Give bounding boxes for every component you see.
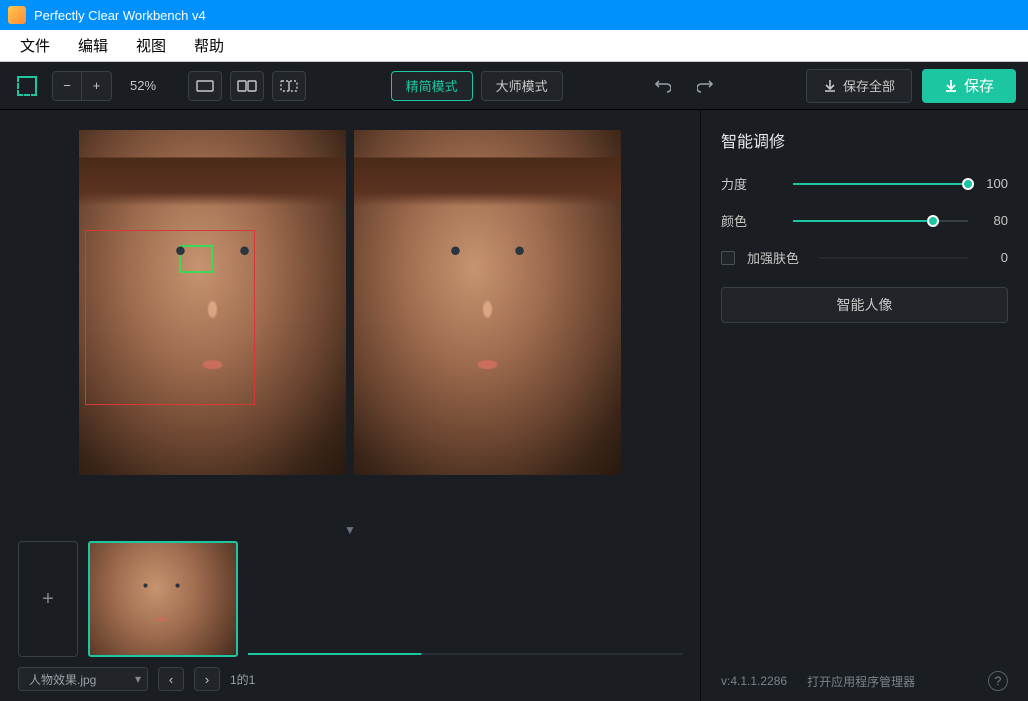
sidebar-panel: 智能调修 力度 100 颜色 80 加强肤色 0 智能人像 v:4.1.1. [700, 110, 1028, 701]
save-group: 保存全部 保存 [806, 69, 1016, 103]
version-label: v:4.1.1.2286 [721, 674, 787, 688]
filmstrip-scrollbar[interactable] [248, 653, 682, 655]
eye-detection-rect [179, 245, 213, 273]
filename-select[interactable]: 人物效果.jpg [18, 667, 148, 691]
next-image-button[interactable]: › [194, 667, 220, 691]
strength-value: 100 [980, 176, 1008, 191]
menu-file[interactable]: 文件 [6, 31, 64, 60]
color-label: 颜色 [721, 211, 781, 230]
split-view-button[interactable] [230, 71, 264, 101]
preview-after[interactable] [354, 130, 621, 475]
save-all-label: 保存全部 [843, 76, 895, 95]
save-label: 保存 [964, 75, 994, 96]
page-indicator: 1的1 [230, 671, 255, 688]
zoom-group: − + [52, 71, 112, 101]
crop-button[interactable] [12, 71, 42, 101]
download-icon [823, 79, 837, 93]
menu-view[interactable]: 视图 [122, 31, 180, 60]
simple-mode-button[interactable]: 精简模式 [391, 71, 473, 101]
redo-button[interactable] [691, 71, 721, 101]
panel-title: 智能调修 [721, 128, 1008, 152]
zoom-out-button[interactable]: − [52, 71, 82, 101]
history-group [647, 71, 721, 101]
view-mode-group [188, 71, 306, 101]
single-view-button[interactable] [188, 71, 222, 101]
open-app-manager-link[interactable]: 打开应用程序管理器 [807, 673, 915, 690]
filename-label: 人物效果.jpg [29, 671, 96, 688]
save-button[interactable]: 保存 [922, 69, 1016, 103]
skin-slider[interactable] [819, 251, 968, 265]
collapse-filmstrip-toggle[interactable]: ▼ [18, 523, 682, 537]
add-image-button[interactable]: + [18, 541, 78, 657]
preview-pair [18, 130, 682, 515]
download-icon [944, 79, 958, 93]
help-button[interactable]: ? [988, 671, 1008, 691]
color-slider[interactable] [793, 214, 968, 228]
redo-icon [697, 78, 715, 94]
skin-value: 0 [980, 250, 1008, 265]
prev-image-button[interactable]: ‹ [158, 667, 184, 691]
split-view-icon [237, 80, 257, 92]
strength-row: 力度 100 [721, 174, 1008, 193]
zoom-value: 52% [122, 78, 164, 93]
thumbnail-selected[interactable] [88, 541, 238, 657]
sidebar-footer: v:4.1.1.2286 打开应用程序管理器 ? [721, 671, 1008, 691]
skin-row: 加强肤色 0 [721, 248, 1008, 267]
face-detection-rect [85, 230, 255, 405]
skin-label: 加强肤色 [747, 248, 807, 267]
overlay-view-button[interactable] [272, 71, 306, 101]
toolbar: − + 52% 精简模式 大师模式 保存全部 保存 [0, 62, 1028, 110]
app-logo-icon [8, 6, 26, 24]
canvas-footer: 人物效果.jpg ‹ › 1的1 [18, 667, 682, 691]
help-icon: ? [995, 674, 1002, 688]
skin-checkbox[interactable] [721, 251, 735, 265]
zoom-in-button[interactable]: + [82, 71, 112, 101]
menu-edit[interactable]: 编辑 [64, 31, 122, 60]
smart-portrait-button[interactable]: 智能人像 [721, 287, 1008, 323]
strength-slider[interactable] [793, 177, 968, 191]
filmstrip: + [18, 541, 682, 657]
canvas-area: ▼ + 人物效果.jpg ‹ › 1的1 [0, 110, 700, 701]
color-value: 80 [980, 213, 1008, 228]
undo-icon [653, 78, 671, 94]
mode-group: 精简模式 大师模式 [391, 71, 563, 101]
color-row: 颜色 80 [721, 211, 1008, 230]
undo-button[interactable] [647, 71, 677, 101]
preview-before[interactable] [79, 130, 346, 475]
window-title: Perfectly Clear Workbench v4 [34, 8, 206, 23]
menu-help[interactable]: 帮助 [180, 31, 238, 60]
menubar: 文件 编辑 视图 帮助 [0, 30, 1028, 62]
overlay-view-icon [280, 80, 298, 92]
save-all-button[interactable]: 保存全部 [806, 69, 912, 103]
crop-icon [17, 76, 37, 96]
single-view-icon [196, 80, 214, 92]
strength-label: 力度 [721, 174, 781, 193]
titlebar: Perfectly Clear Workbench v4 [0, 0, 1028, 30]
master-mode-button[interactable]: 大师模式 [481, 71, 563, 101]
